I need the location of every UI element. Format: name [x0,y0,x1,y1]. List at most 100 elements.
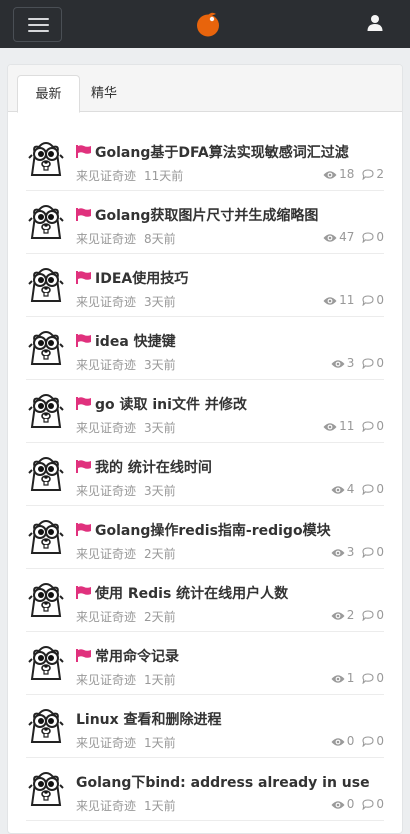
menu-toggle-button[interactable] [13,7,62,42]
pinned-flag-icon [76,649,91,662]
gopher-avatar[interactable] [28,645,64,681]
pinned-flag-icon [76,397,91,410]
topic-title-text[interactable]: Golang下bind: address already in use [76,775,370,791]
gopher-avatar[interactable] [28,267,64,303]
view-count: 2 [346,608,355,622]
comment-icon [362,169,374,181]
topic-time: 3天前 [144,484,176,498]
topic-author[interactable]: 来见证奇迹 [76,673,136,687]
topic-author[interactable]: 来见证奇迹 [76,295,136,309]
topic-author[interactable]: 来见证奇迹 [76,232,136,246]
hamburger-line [28,30,49,32]
tab-bar: 最新 精华 [8,65,402,113]
topic-title[interactable]: 常用命令记录 [76,646,179,666]
topic-stats: 1 0 [331,671,384,685]
topic-item[interactable]: Golang基于DFA算法实现敏感词汇过滤 来见证奇迹 11天前 18 2 [8,128,402,191]
topic-title-text[interactable]: Golang获取图片尺寸并生成缩略图 [95,208,318,224]
orange-logo-icon[interactable] [195,11,221,37]
hamburger-line [28,18,49,20]
topic-stats: 2 0 [331,608,384,622]
topic-title[interactable]: Golang操作redis指南-redigo模块 [76,520,331,540]
comment-icon [362,295,374,307]
view-count: 3 [346,356,355,370]
gopher-avatar[interactable] [28,708,64,744]
topic-author[interactable]: 来见证奇迹 [76,484,136,498]
item-divider [26,820,384,821]
topic-meta: 来见证奇迹 1天前 [76,734,176,751]
tab-featured[interactable]: 精华 [80,75,128,113]
topic-title[interactable]: IDEA使用技巧 [76,268,188,288]
topic-title[interactable]: idea 快捷键 [76,331,176,351]
user-icon[interactable] [366,14,384,32]
topic-item[interactable]: Golang操作redis指南-redigo模块 来见证奇迹 2天前 3 0 [8,506,402,569]
eye-icon [331,738,345,746]
topic-author[interactable]: 来见证奇迹 [76,547,136,561]
tab-latest[interactable]: 最新 [17,75,80,113]
topic-time: 11天前 [144,169,184,183]
gopher-avatar[interactable] [28,771,64,807]
topic-title[interactable]: go 读取 ini文件 并修改 [76,394,247,414]
eye-icon [331,486,345,494]
eye-icon [323,234,337,242]
topic-author[interactable]: 来见证奇迹 [76,358,136,372]
gopher-avatar[interactable] [28,456,64,492]
topic-meta: 来见证奇迹 2天前 [76,608,176,625]
topic-time: 3天前 [144,421,176,435]
topic-item[interactable]: Golang获取图片尺寸并生成缩略图 来见证奇迹 8天前 47 0 [8,191,402,254]
comment-icon [362,736,374,748]
topic-time: 1天前 [144,799,176,813]
hamburger-line [28,24,49,26]
topic-title-text[interactable]: 我的 统计在线时间 [95,460,212,476]
topic-title-text[interactable]: 常用命令记录 [95,649,179,665]
eye-icon [331,612,345,620]
topic-author[interactable]: 来见证奇迹 [76,169,136,183]
topic-list-card: 最新 精华 Golang基于DFA算法实现敏感词汇过滤 来见证奇迹 11天前 1… [7,64,403,834]
topic-item[interactable]: IDEA使用技巧 来见证奇迹 3天前 11 0 [8,254,402,317]
topic-title[interactable]: Linux 查看和删除进程 [76,709,222,729]
topic-author[interactable]: 来见证奇迹 [76,610,136,624]
topic-author[interactable]: 来见证奇迹 [76,736,136,750]
view-count: 1 [346,671,355,685]
topic-title-text[interactable]: 使用 Redis 统计在线用户人数 [95,586,288,602]
topic-item[interactable]: 常用命令记录 来见证奇迹 1天前 1 0 [8,632,402,695]
topic-title[interactable]: 我的 统计在线时间 [76,457,212,477]
topic-title-text[interactable]: Golang基于DFA算法实现敏感词汇过滤 [95,145,349,161]
comment-icon [362,484,374,496]
topic-title[interactable]: 使用 Redis 统计在线用户人数 [76,583,288,603]
topic-item[interactable]: Linux 查看和删除进程 来见证奇迹 1天前 0 0 [8,695,402,758]
topic-item[interactable]: 使用 Redis 统计在线用户人数 来见证奇迹 2天前 2 0 [8,569,402,632]
pinned-flag-icon [76,145,91,158]
gopher-avatar[interactable] [28,519,64,555]
topic-title-text[interactable]: Golang操作redis指南-redigo模块 [95,523,331,539]
topic-author[interactable]: 来见证奇迹 [76,421,136,435]
topic-meta: 来见证奇迹 1天前 [76,671,176,688]
comment-icon [362,232,374,244]
topic-meta: 来见证奇迹 3天前 [76,356,176,373]
topic-author[interactable]: 来见证奇迹 [76,799,136,813]
gopher-avatar[interactable] [28,330,64,366]
topic-title[interactable]: Golang下bind: address already in use [76,772,370,792]
topic-title[interactable]: Golang基于DFA算法实现敏感词汇过滤 [76,142,349,162]
view-count: 11 [339,419,355,433]
topic-item[interactable]: Golang下bind: address already in use 来见证奇… [8,758,402,821]
pinned-flag-icon [76,460,91,473]
topic-title-text[interactable]: idea 快捷键 [95,334,176,350]
topic-item[interactable]: idea 快捷键 来见证奇迹 3天前 3 0 [8,317,402,380]
comment-count: 0 [376,671,384,685]
topic-time: 1天前 [144,673,176,687]
topic-time: 2天前 [144,547,176,561]
eye-icon [323,171,337,179]
topic-title-text[interactable]: Linux 查看和删除进程 [76,712,222,728]
topic-item[interactable]: 我的 统计在线时间 来见证奇迹 3天前 4 0 [8,443,402,506]
topic-title-text[interactable]: go 读取 ini文件 并修改 [95,397,247,413]
topic-title[interactable]: Golang获取图片尺寸并生成缩略图 [76,205,318,225]
eye-icon [331,549,345,557]
topic-stats: 3 0 [331,545,384,559]
topic-item[interactable]: go 读取 ini文件 并修改 来见证奇迹 3天前 11 0 [8,380,402,443]
gopher-avatar[interactable] [28,393,64,429]
topic-title-text[interactable]: IDEA使用技巧 [95,271,188,287]
gopher-avatar[interactable] [28,582,64,618]
gopher-avatar[interactable] [28,204,64,240]
gopher-avatar[interactable] [28,141,64,177]
comment-count: 2 [376,167,384,181]
